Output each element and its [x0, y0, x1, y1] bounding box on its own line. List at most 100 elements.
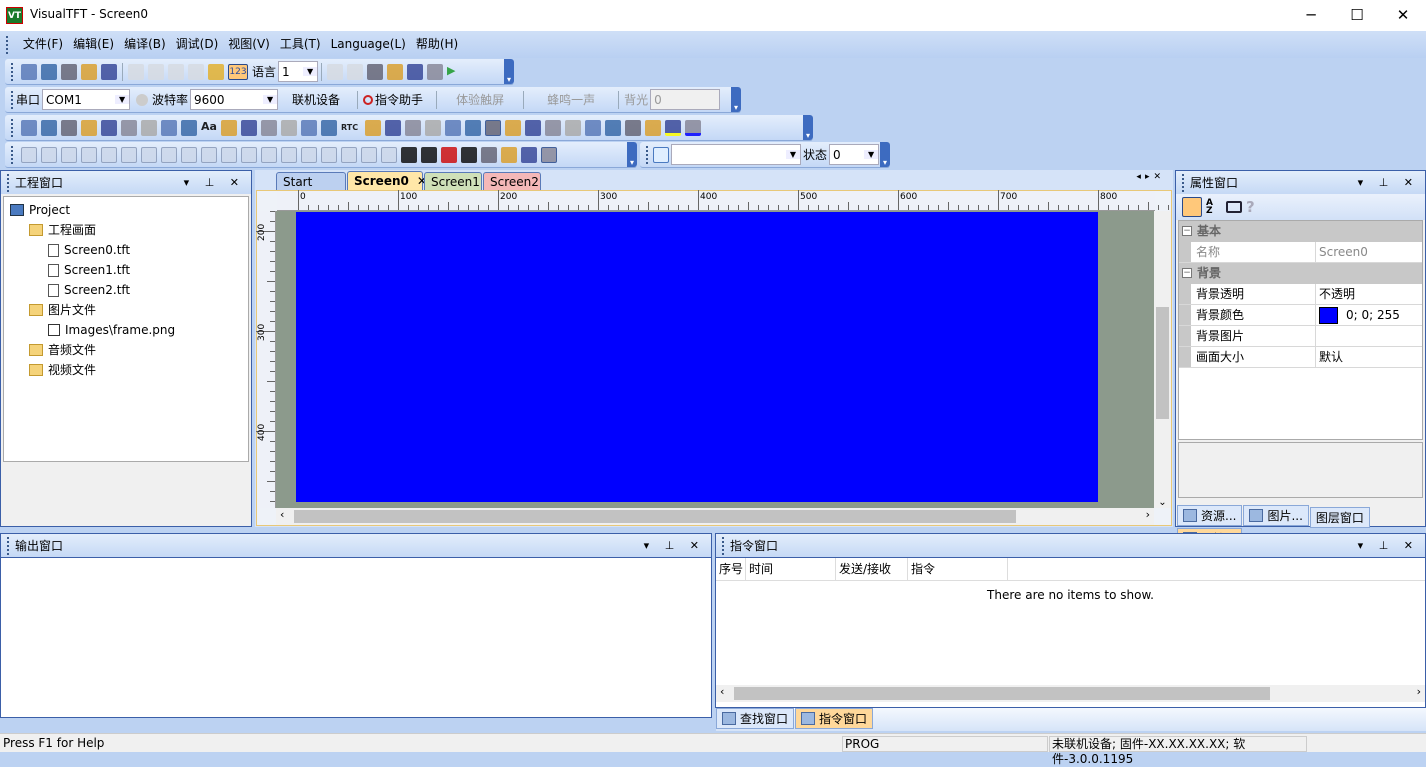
backlight-input[interactable]: 0 [650, 89, 721, 110]
menu-item[interactable]: 视图(V) [223, 31, 275, 58]
textbox-icon[interactable] [261, 119, 277, 136]
center-v-icon[interactable] [241, 146, 257, 163]
horizontal-scrollbar[interactable]: ‹ › [716, 685, 1425, 702]
grip-handle[interactable] [7, 536, 10, 555]
property-value[interactable]: 默认 [1316, 347, 1422, 367]
column-header[interactable]: 序号 [716, 558, 746, 580]
tab-screen1[interactable]: Screen1 [424, 172, 482, 191]
grip-handle[interactable] [722, 536, 725, 555]
menu-item[interactable]: Language(L) [326, 31, 411, 58]
center-page-icon[interactable] [321, 146, 337, 163]
panel-controls[interactable]: ▾ ⊥ ✕ [1358, 539, 1425, 552]
cut-disabled-icon[interactable] [128, 63, 144, 80]
property-row[interactable]: 背景透明 不透明 [1179, 284, 1422, 305]
hide-icon[interactable] [441, 146, 457, 163]
circle-gauge-icon[interactable] [525, 119, 541, 136]
baud-select[interactable]: 9600 ▼ [190, 89, 279, 110]
filled-rectangle-icon[interactable] [101, 119, 117, 136]
property-row[interactable]: 名称 Screen0 [1179, 242, 1422, 263]
open-folder-icon[interactable] [81, 63, 97, 80]
collapse-icon[interactable]: − [1182, 226, 1192, 236]
slider-icon[interactable] [321, 119, 337, 136]
panel-tab[interactable]: 查找窗口 [716, 708, 795, 729]
panel-controls[interactable]: ▾ ⊥ ✕ [644, 539, 711, 552]
grip-handle[interactable] [7, 173, 10, 192]
tab-screen0[interactable]: Screen0 ✕ [347, 171, 427, 191]
beep-button[interactable]: 蜂鸣一声 [527, 91, 615, 108]
space-v-icon[interactable] [281, 146, 297, 163]
sort-alphabetical-icon[interactable]: AZ [1206, 199, 1222, 216]
center-h-icon[interactable] [221, 146, 237, 163]
tree-item[interactable]: Screen0.tft [4, 240, 248, 260]
graph-icon[interactable] [505, 119, 521, 136]
panel-controls[interactable]: ▾ ⊥ ✕ [1358, 176, 1425, 189]
distribute-h-icon[interactable] [141, 146, 157, 163]
video-icon[interactable] [585, 119, 601, 136]
rectangle-icon[interactable] [81, 119, 97, 136]
toolbar-options-button[interactable]: ▾ [627, 142, 637, 167]
rtc-icon[interactable]: RTC [341, 120, 361, 136]
load-icon[interactable] [427, 63, 444, 80]
language-select[interactable]: 1 ▼ [278, 61, 319, 82]
button-icon[interactable] [241, 119, 257, 136]
bring-front-icon[interactable] [61, 146, 77, 163]
send-back-icon[interactable] [81, 146, 97, 163]
data-record-icon[interactable] [425, 119, 441, 136]
zoom-in-icon[interactable] [481, 146, 497, 163]
property-value[interactable]: 0; 0; 255 [1316, 305, 1422, 325]
paste-icon[interactable] [188, 63, 204, 80]
grip-handle[interactable] [11, 145, 14, 164]
minimize-button[interactable]: ─ [1288, 0, 1334, 31]
toolbar-options-button[interactable]: ▾ [880, 142, 890, 167]
distribute-v-icon[interactable] [161, 146, 177, 163]
refresh-icon[interactable] [545, 119, 561, 136]
port-select[interactable]: COM1 ▼ [42, 89, 131, 110]
cut-icon[interactable] [148, 63, 164, 80]
fit-icon[interactable] [381, 146, 397, 163]
align-right-icon[interactable] [101, 146, 117, 163]
property-category[interactable]: − 基本 [1179, 221, 1422, 242]
tree-item[interactable]: Screen2.tft [4, 280, 248, 300]
tab-start-page[interactable]: Start Page [276, 172, 346, 207]
resize-v-icon[interactable] [361, 146, 377, 163]
line-icon[interactable] [61, 119, 77, 136]
text-icon[interactable]: Aa [201, 120, 217, 136]
toggle-123-button[interactable]: 123 [228, 63, 248, 80]
tree-item[interactable]: 图片文件 [4, 300, 248, 320]
tree-item[interactable]: 音频文件 [4, 340, 248, 360]
vertical-scrollbar[interactable]: ⌄ [1154, 211, 1171, 508]
tree-item[interactable]: Images\frame.png [4, 320, 248, 340]
download-icon[interactable] [407, 63, 424, 80]
grip-handle[interactable] [11, 90, 14, 109]
help-icon[interactable]: ? [1246, 199, 1262, 215]
same-height-icon[interactable] [201, 146, 217, 163]
fill-color-icon[interactable] [685, 119, 701, 136]
toolbar-options-button[interactable]: ▾ [803, 115, 813, 140]
same-width-icon[interactable] [181, 146, 197, 163]
close-button[interactable]: ✕ [1380, 0, 1426, 31]
icon-control-icon[interactable] [565, 119, 581, 136]
panel-tab[interactable]: 图层窗口 [1309, 507, 1370, 528]
property-value[interactable] [1316, 326, 1422, 346]
menu-list-icon[interactable] [445, 119, 461, 136]
new-project-icon[interactable] [21, 63, 37, 80]
tree-item[interactable]: 视频文件 [4, 360, 248, 380]
unlock-icon[interactable] [421, 146, 437, 163]
pointer-icon[interactable] [21, 119, 37, 136]
touch-test-button[interactable]: 体验触屏 [440, 91, 520, 108]
qrcode-icon[interactable] [465, 119, 481, 136]
lock-icon[interactable] [401, 146, 417, 163]
dropper-icon[interactable] [645, 119, 661, 136]
brush-icon[interactable] [625, 119, 641, 136]
property-value[interactable]: Screen0 [1316, 242, 1422, 262]
menu-item[interactable]: 编译(B) [119, 31, 171, 58]
center-both-icon[interactable] [301, 146, 317, 163]
horizontal-scrollbar[interactable]: ‹ › [276, 508, 1154, 525]
circle-icon[interactable] [121, 119, 137, 136]
scroll-down-icon[interactable]: ⌄ [1154, 497, 1171, 508]
copy-icon[interactable] [168, 63, 184, 80]
grip-handle[interactable] [646, 145, 649, 164]
column-header[interactable]: 发送/接收 [836, 558, 908, 580]
filled-ellipse-icon[interactable] [181, 119, 197, 136]
tree-item[interactable]: Screen1.tft [4, 260, 248, 280]
